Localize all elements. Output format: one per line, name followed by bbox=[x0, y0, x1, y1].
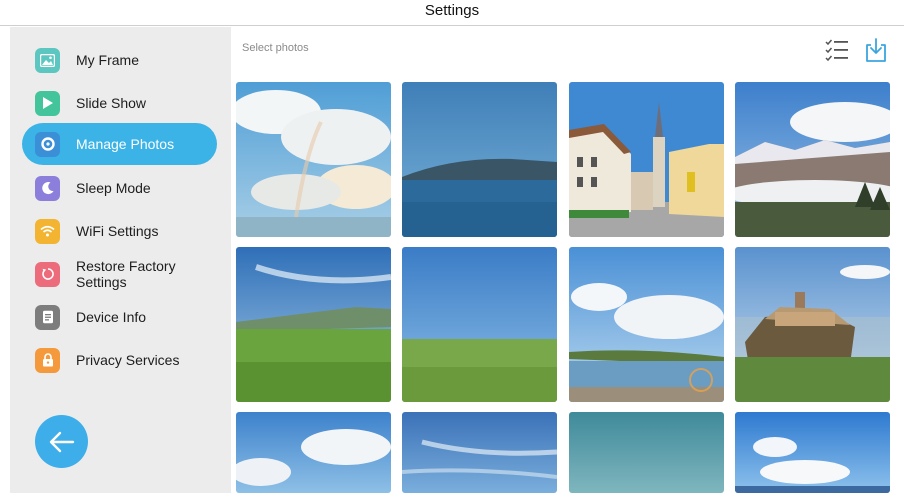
sidebar-item-label: WiFi Settings bbox=[76, 223, 159, 239]
sidebar-item-label: Device Info bbox=[76, 309, 147, 325]
photo-thumbnail[interactable] bbox=[735, 82, 890, 237]
photo-thumbnail[interactable] bbox=[735, 412, 890, 493]
sidebar-item-restore-factory-settings[interactable]: Restore Factory Settings bbox=[22, 253, 217, 295]
sidebar-item-manage-photos[interactable]: Manage Photos bbox=[22, 123, 217, 165]
photo-thumbnail[interactable] bbox=[236, 247, 391, 402]
sidebar-item-privacy-services[interactable]: Privacy Services bbox=[22, 339, 217, 381]
select-all-button[interactable] bbox=[824, 37, 850, 63]
download-button[interactable] bbox=[863, 37, 889, 63]
photo-thumbnail[interactable] bbox=[402, 412, 557, 493]
photo-thumbnail[interactable] bbox=[569, 247, 724, 402]
sidebar-item-label: Sleep Mode bbox=[76, 180, 151, 196]
sidebar-item-label: Privacy Services bbox=[76, 352, 180, 368]
sidebar-item-slide-show[interactable]: Slide Show bbox=[22, 82, 217, 124]
download-icon bbox=[866, 38, 886, 62]
checklist-icon bbox=[825, 39, 848, 62]
photo-thumbnail[interactable] bbox=[236, 412, 391, 493]
photo-manager-panel: Select photos bbox=[231, 27, 899, 493]
window-title: Settings bbox=[0, 0, 904, 26]
photo-thumbnail[interactable] bbox=[402, 247, 557, 402]
photo-thumbnail[interactable] bbox=[569, 82, 724, 237]
info-icon bbox=[35, 304, 60, 330]
photo-thumbnail[interactable] bbox=[735, 247, 890, 402]
sidebar-item-label: Manage Photos bbox=[76, 136, 175, 152]
moon-icon bbox=[35, 175, 60, 201]
sidebar-item-sleep-mode[interactable]: Sleep Mode bbox=[22, 167, 217, 209]
sidebar-item-label: My Frame bbox=[76, 52, 139, 68]
arrow-left-icon bbox=[49, 431, 74, 452]
image-icon bbox=[35, 47, 60, 73]
back-button[interactable] bbox=[35, 415, 88, 468]
sidebar-item-label: Restore Factory Settings bbox=[76, 258, 176, 290]
photo-thumbnail[interactable] bbox=[569, 412, 724, 493]
photo-thumbnail[interactable] bbox=[402, 82, 557, 237]
play-icon bbox=[35, 90, 60, 116]
settings-sidebar: My Frame Slide Show Manage Photos Sleep … bbox=[10, 27, 231, 493]
photo-thumbnail[interactable] bbox=[236, 82, 391, 237]
wifi-icon bbox=[35, 218, 60, 244]
photo-manage-icon bbox=[35, 131, 60, 157]
lock-icon bbox=[35, 347, 60, 373]
sidebar-item-label: Slide Show bbox=[76, 95, 147, 111]
select-photos-label: Select photos bbox=[242, 42, 309, 54]
sidebar-item-wifi-settings[interactable]: WiFi Settings bbox=[22, 210, 217, 252]
restore-icon bbox=[35, 261, 60, 287]
sidebar-item-device-info[interactable]: Device Info bbox=[22, 296, 217, 338]
sidebar-item-my-frame[interactable]: My Frame bbox=[22, 39, 217, 81]
